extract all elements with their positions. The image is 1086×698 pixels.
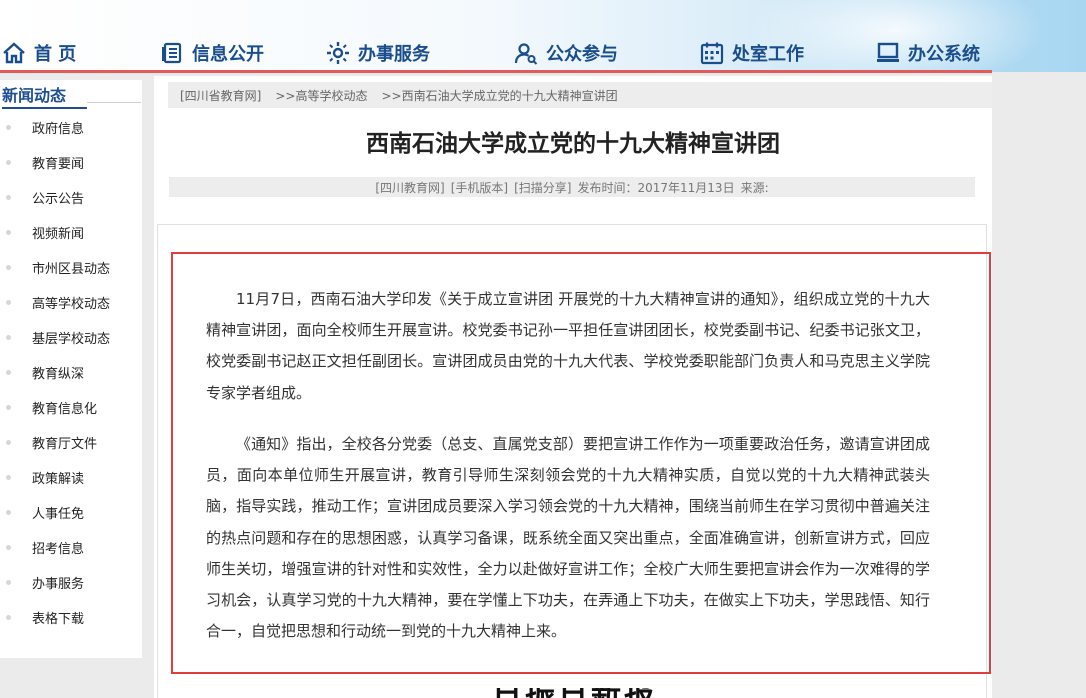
sidebar-title-divider [87,102,141,103]
nav-services[interactable]: 办事服务 [326,36,430,70]
nav-info-public-label: 信息公开 [192,44,264,65]
sidebar-item-education-news[interactable]: 教育要闻 [0,145,142,180]
scan-share-link[interactable]: [扫描分享] [514,179,571,196]
site-header: 首 页 信息公开 办事服务 公众参与 处室工作 办公系统 [0,0,1086,72]
sidebar-item-label: 表格下载 [32,612,85,627]
sidebar-item-government-info[interactable]: 政府信息 [0,110,142,145]
bullet-icon [6,300,11,305]
sidebar-item-label: 高等学校动态 [32,297,111,312]
nav-department-work[interactable]: 处室工作 [700,36,804,70]
user-search-icon [514,41,538,65]
sidebar-item-label: 视频新闻 [32,227,85,242]
sidebar-item-label: 招考信息 [32,542,85,557]
bullet-icon [6,440,11,445]
sidebar-item-policy-interpretation[interactable]: 政策解读 [0,460,142,495]
article-paragraph: 11月7日，西南石油大学印发《关于成立宣讲团 开展党的十九大精神宣讲的通知》，组… [206,290,930,402]
header-banner-text [140,0,154,16]
sidebar-item-university-news[interactable]: 高等学校动态 [0,285,142,320]
sidebar-item-label: 教育厅文件 [32,437,98,452]
bullet-icon [6,405,11,410]
sidebar-item-label: 办事服务 [32,577,85,592]
bullet-icon [6,195,11,200]
sidebar-item-services[interactable]: 办事服务 [0,565,142,600]
breadcrumb-category-link[interactable]: >>高等学校动态 [275,87,367,104]
bullet-icon [6,370,11,375]
sidebar-item-label: 教育要闻 [32,157,85,172]
sidebar-item-city-district-news[interactable]: 市州区县动态 [0,250,142,285]
next-section-heading: 日振日新报 [492,688,657,698]
nav-divider [0,70,992,73]
sidebar-item-label: 政府信息 [32,122,85,137]
sidebar-item-label: 市州区县动态 [32,262,111,277]
monitor-icon [876,41,900,65]
breadcrumb-home-link[interactable]: [四川省教育网] [180,87,261,104]
nav-department-work-label: 处室工作 [732,44,804,65]
bullet-icon [6,265,11,270]
nav-public-participation[interactable]: 公众参与 [514,36,618,70]
main-content: [四川省教育网] >>高等学校动态 >>西南石油大学成立党的十九大精神宣讲团 西… [154,76,992,698]
sidebar-item-label: 教育纵深 [32,367,85,382]
nav-office-system[interactable]: 办公系统 [876,36,980,70]
home-icon [2,41,26,65]
article-paragraph: 《通知》指出，全校各分党委（总支、直属党支部）要把宣讲工作作为一项重要政治任务，… [206,435,930,641]
publish-time: 发布时间：2017年11月13日 [577,180,735,195]
service-gear-icon [326,41,350,65]
sidebar-item-label: 人事任免 [32,507,85,522]
bullet-icon [6,160,11,165]
sidebar-item-school-news[interactable]: 基层学校动态 [0,320,142,355]
bullet-icon [6,475,11,480]
source-site-link[interactable]: [四川教育网] [375,179,444,196]
breadcrumb-current-link[interactable]: >>西南石油大学成立党的十九大精神宣讲团 [382,87,618,104]
sidebar-item-announcements[interactable]: 公示公告 [0,180,142,215]
bullet-icon [6,335,11,340]
article-source: 来源: [740,180,769,195]
bullet-icon [6,615,11,620]
sidebar-item-exam-info[interactable]: 招考信息 [0,530,142,565]
document-list-icon [160,41,184,65]
sidebar-item-form-download[interactable]: 表格下载 [0,600,142,635]
bullet-icon [6,125,11,130]
nav-public-participation-label: 公众参与 [546,44,618,65]
article-meta-bar: [四川教育网] [手机版本] [扫描分享] 发布时间：2017年11月13日 来… [169,177,975,197]
sidebar-title: 新闻动态 [2,82,87,109]
sidebar-item-education-depth[interactable]: 教育纵深 [0,355,142,390]
sidebar-item-label: 公示公告 [32,192,85,207]
bullet-icon [6,230,11,235]
nav-services-label: 办事服务 [358,44,430,65]
bullet-icon [6,510,11,515]
bullet-icon [6,545,11,550]
mobile-version-link[interactable]: [手机版本] [451,179,508,196]
sidebar-item-label: 政策解读 [32,472,85,487]
nav-home[interactable]: 首 页 [2,36,76,70]
nav-info-public[interactable]: 信息公开 [160,36,264,70]
sidebar-item-appointments[interactable]: 人事任免 [0,495,142,530]
calendar-icon [700,41,724,65]
main-nav: 首 页 信息公开 办事服务 公众参与 处室工作 办公系统 [0,36,1000,72]
bullet-icon [6,580,11,585]
breadcrumb: [四川省教育网] >>高等学校动态 >>西南石油大学成立党的十九大精神宣讲团 [168,82,992,108]
article-title: 西南石油大学成立党的十九大精神宣讲团 [366,131,780,157]
sidebar-item-video-news[interactable]: 视频新闻 [0,215,142,250]
nav-office-system-label: 办公系统 [908,44,980,65]
sidebar-item-department-documents[interactable]: 教育厅文件 [0,425,142,460]
sidebar-item-label: 教育信息化 [32,402,98,417]
sidebar-item-label: 基层学校动态 [32,332,111,347]
sidebar-item-education-it[interactable]: 教育信息化 [0,390,142,425]
nav-home-label: 首 页 [34,44,77,65]
sidebar: 新闻动态 政府信息 教育要闻 公示公告 视频新闻 市州区县动态 高等学校动态 基… [0,80,142,658]
sidebar-list: 政府信息 教育要闻 公示公告 视频新闻 市州区县动态 高等学校动态 基层学校动态… [0,110,142,635]
